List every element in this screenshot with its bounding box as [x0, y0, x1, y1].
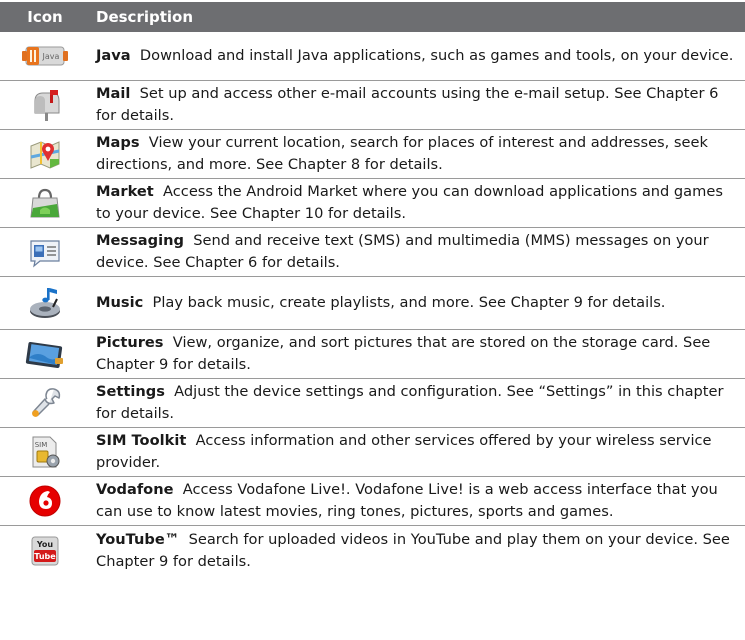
item-description: Play back music, create playlists, and m… [152, 294, 666, 311]
apps-table: Icon Description Java Java Download and … [0, 2, 745, 575]
pictures-icon [0, 338, 90, 370]
description-column-header: Description [96, 8, 194, 26]
java-icon: Java [0, 44, 90, 68]
table-row-market: Market Access the Android Market where y… [0, 179, 745, 228]
item-description: Access information and other services of… [96, 432, 712, 471]
item-title: Maps [96, 134, 140, 151]
item-title: Settings [96, 383, 165, 400]
item-description: Set up and access other e-mail accounts … [96, 85, 719, 124]
table-row-sim-toolkit: SIM SIM Toolkit Access information and o… [0, 428, 745, 477]
item-title: Music [96, 294, 144, 311]
shopping-bag-icon [0, 186, 90, 220]
item-title: YouTube™ [96, 530, 180, 548]
table-row-maps: Maps View your current location, search … [0, 130, 745, 179]
table-row-youtube: You Tube YouTube™ Search for uploaded vi… [0, 526, 745, 575]
music-icon [0, 285, 90, 321]
item-title: Pictures [96, 334, 164, 351]
svg-text:Java: Java [42, 52, 60, 61]
item-title: Vodafone [96, 481, 174, 498]
item-title: Messaging [96, 232, 184, 249]
item-description: Access Vodafone Live!. Vodafone Live! is… [96, 481, 718, 520]
table-header: Icon Description [0, 2, 745, 32]
table-row-mail: Mail Set up and access other e-mail acco… [0, 81, 745, 130]
table-row-pictures: Pictures View, organize, and sort pictur… [0, 330, 745, 379]
item-title: Java [96, 47, 131, 64]
item-description: Download and install Java applications, … [139, 47, 734, 64]
item-title: SIM Toolkit [96, 432, 187, 449]
table-row-settings: Settings Adjust the device settings and … [0, 379, 745, 428]
vodafone-icon [0, 484, 90, 518]
mailbox-icon [0, 87, 90, 123]
sim-card-icon: SIM [0, 434, 90, 470]
icon-column-header: Icon [27, 8, 63, 26]
svg-text:Tube: Tube [34, 552, 56, 561]
message-bubble-icon [0, 236, 90, 268]
youtube-icon: You Tube [0, 534, 90, 568]
svg-text:You: You [36, 540, 54, 549]
table-row-music: Music Play back music, create playlists,… [0, 277, 745, 330]
svg-text:SIM: SIM [35, 441, 48, 449]
item-title: Market [96, 183, 154, 200]
table-row-vodafone: Vodafone Access Vodafone Live!. Vodafone… [0, 477, 745, 526]
table-row-messaging: Messaging Send and receive text (SMS) an… [0, 228, 745, 277]
item-description: Send and receive text (SMS) and multimed… [96, 232, 709, 271]
item-description: View your current location, search for p… [96, 134, 708, 173]
item-description: Access the Android Market where you can … [96, 183, 723, 222]
item-description: View, organize, and sort pictures that a… [96, 334, 711, 373]
item-description: Adjust the device settings and configura… [96, 383, 724, 422]
item-description: Search for uploaded videos in YouTube an… [96, 530, 730, 570]
wrench-icon [0, 385, 90, 421]
map-icon [0, 137, 90, 171]
table-row-java: Java Java Download and install Java appl… [0, 32, 745, 81]
item-title: Mail [96, 85, 131, 102]
